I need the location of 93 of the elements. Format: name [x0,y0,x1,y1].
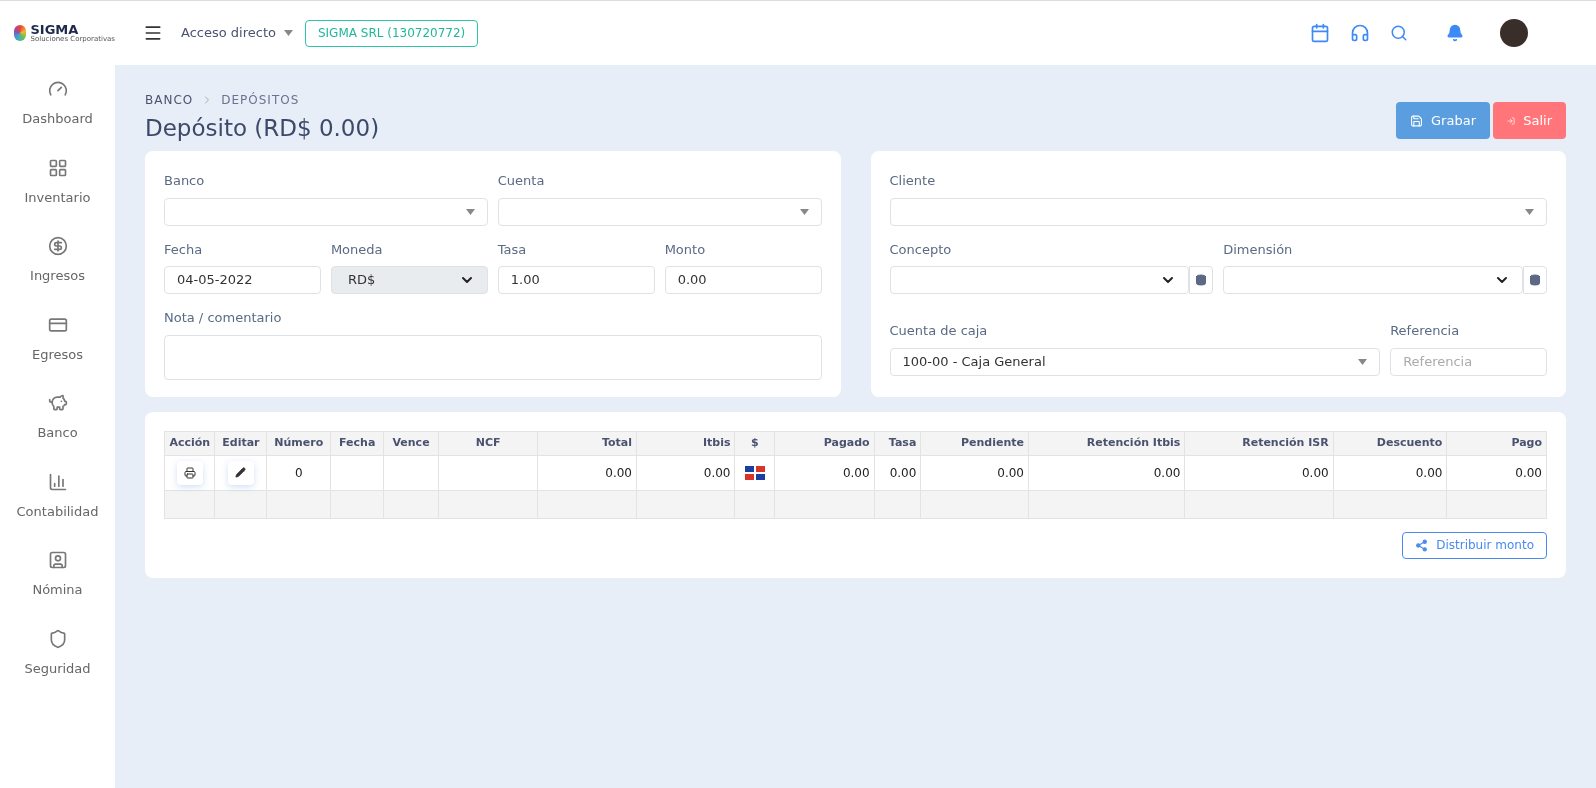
logo-text: SIGMA [30,23,79,36]
sidebar-item[interactable]: Ingresos [0,236,115,315]
distribute-button[interactable]: Distribuir monto [1402,531,1547,559]
table-cell-text: 0.00 [1415,465,1443,480]
piggy-bank-icon [47,393,68,413]
input-field[interactable]: 04-05-2022 [164,266,321,294]
sidebar-item[interactable]: Seguridad [0,628,115,707]
column-header: Pagado [774,431,875,455]
dropdown-triangle-icon [1358,358,1368,365]
bell-icon[interactable] [1446,24,1464,42]
column-header: Pendiente [920,431,1029,455]
field-label: Banco [164,172,206,190]
field-label: Nota / comentario [164,309,283,327]
avatar[interactable] [1500,19,1528,47]
sidebar-item[interactable]: Banco [0,393,115,472]
field-label: Tasa [497,240,528,259]
table-cell-text: 0.00 [1153,465,1181,480]
page-title: Depósito (RD$ 0.00) [145,114,380,143]
field-label: Fecha [164,240,204,259]
table-cell-text: 0 [294,465,303,480]
id-badge-icon [47,550,68,570]
dollar-coin-icon [47,236,68,256]
sidebar-item[interactable]: Dashboard [0,79,115,158]
gauge-icon [47,79,68,99]
select-field[interactable] [497,197,822,226]
column-header: $ [735,431,775,455]
column-header: Acción [164,431,215,455]
table-cell-text: 0.00 [1301,465,1329,480]
column-header: Vence [383,431,439,455]
sidebar-item[interactable]: Contabilidad [0,471,115,550]
field-label: Dimensión [1223,240,1294,259]
field-label: Concepto [889,240,953,259]
field-label: Cuenta [497,172,546,190]
shortcut-dropdown[interactable]: Acceso directo [181,23,293,43]
breadcrumb-item: DEPÓSITOS [221,91,300,109]
search-icon[interactable] [1390,24,1408,42]
edit-button[interactable] [227,460,254,485]
menu-icon [143,23,163,43]
print-button[interactable] [176,460,203,485]
database-icon [1529,274,1541,286]
column-header: Retención Itbis [1028,431,1185,455]
headset-icon[interactable] [1350,23,1370,43]
dropdown-triangle-icon [465,208,475,215]
dropdown-triangle-icon [799,208,809,215]
input-field[interactable]: Referencia [1390,347,1547,376]
table-cell-text: 0.00 [1515,465,1542,480]
sidebar-item[interactable]: Inventario [0,157,115,236]
table-cell-text: 0.00 [889,465,917,480]
column-header: Editar [215,431,267,455]
select-field[interactable] [889,197,1547,226]
textarea-field[interactable] [164,334,822,380]
database-icon [1195,274,1208,286]
column-header: Tasa [874,431,921,455]
input-field[interactable]: 1.00 [497,266,655,294]
field-label: Monto [664,240,707,259]
column-header: Número [266,431,331,455]
dropdown-triangle-icon [283,30,293,36]
sidebar-item[interactable]: Nómina [0,550,115,629]
table-cell-text: 0.00 [842,465,870,480]
column-header: Pago [1446,431,1547,455]
printer-icon [183,466,196,479]
column-header: Fecha [330,431,384,455]
input-field[interactable]: 0.00 [664,266,822,294]
field-label: Referencia [1390,322,1461,340]
calendar-icon[interactable] [1310,23,1330,43]
dropdown-triangle-icon [1525,208,1534,215]
field-label: Cliente [889,172,937,190]
database-button[interactable] [1189,266,1214,294]
pencil-icon [235,467,247,478]
breadcrumb-item[interactable]: BANCO [145,91,194,109]
select-field[interactable] [1223,266,1523,294]
column-header: Retención ISR [1184,431,1334,455]
field-label: Moneda [330,240,384,259]
table-cell-text: 0.00 [605,465,632,480]
select-field[interactable] [164,197,488,226]
grid-icon [47,157,68,178]
save-icon [1410,113,1424,128]
share-icon [1415,538,1429,552]
column-header: Itbis [636,431,735,455]
sidebar-item[interactable]: Egresos [0,314,115,393]
table-cell-text: 0.00 [997,465,1024,480]
logo-mark-icon [14,25,27,41]
select-field[interactable] [889,266,1190,294]
column-header: Total [537,431,637,455]
column-header: Descuento [1333,431,1447,455]
field-label: Cuenta de caja [889,322,989,340]
select-field[interactable]: 100-00 - Caja General [889,347,1381,376]
menu-button[interactable] [143,23,163,43]
column-header: NCF [438,431,538,455]
bar-chart-icon [47,471,68,492]
table-cell-text: 0.00 [703,465,731,480]
flag-icon [744,466,765,480]
database-button[interactable] [1523,266,1547,294]
